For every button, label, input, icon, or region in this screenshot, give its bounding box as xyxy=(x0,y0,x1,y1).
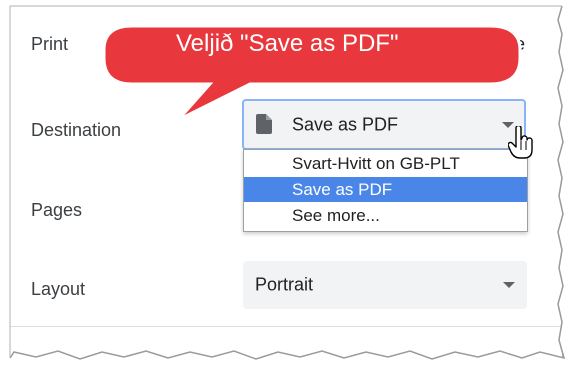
hand-cursor-icon xyxy=(508,126,533,159)
callout-text: Veljið "Save as PDF" xyxy=(176,30,399,57)
